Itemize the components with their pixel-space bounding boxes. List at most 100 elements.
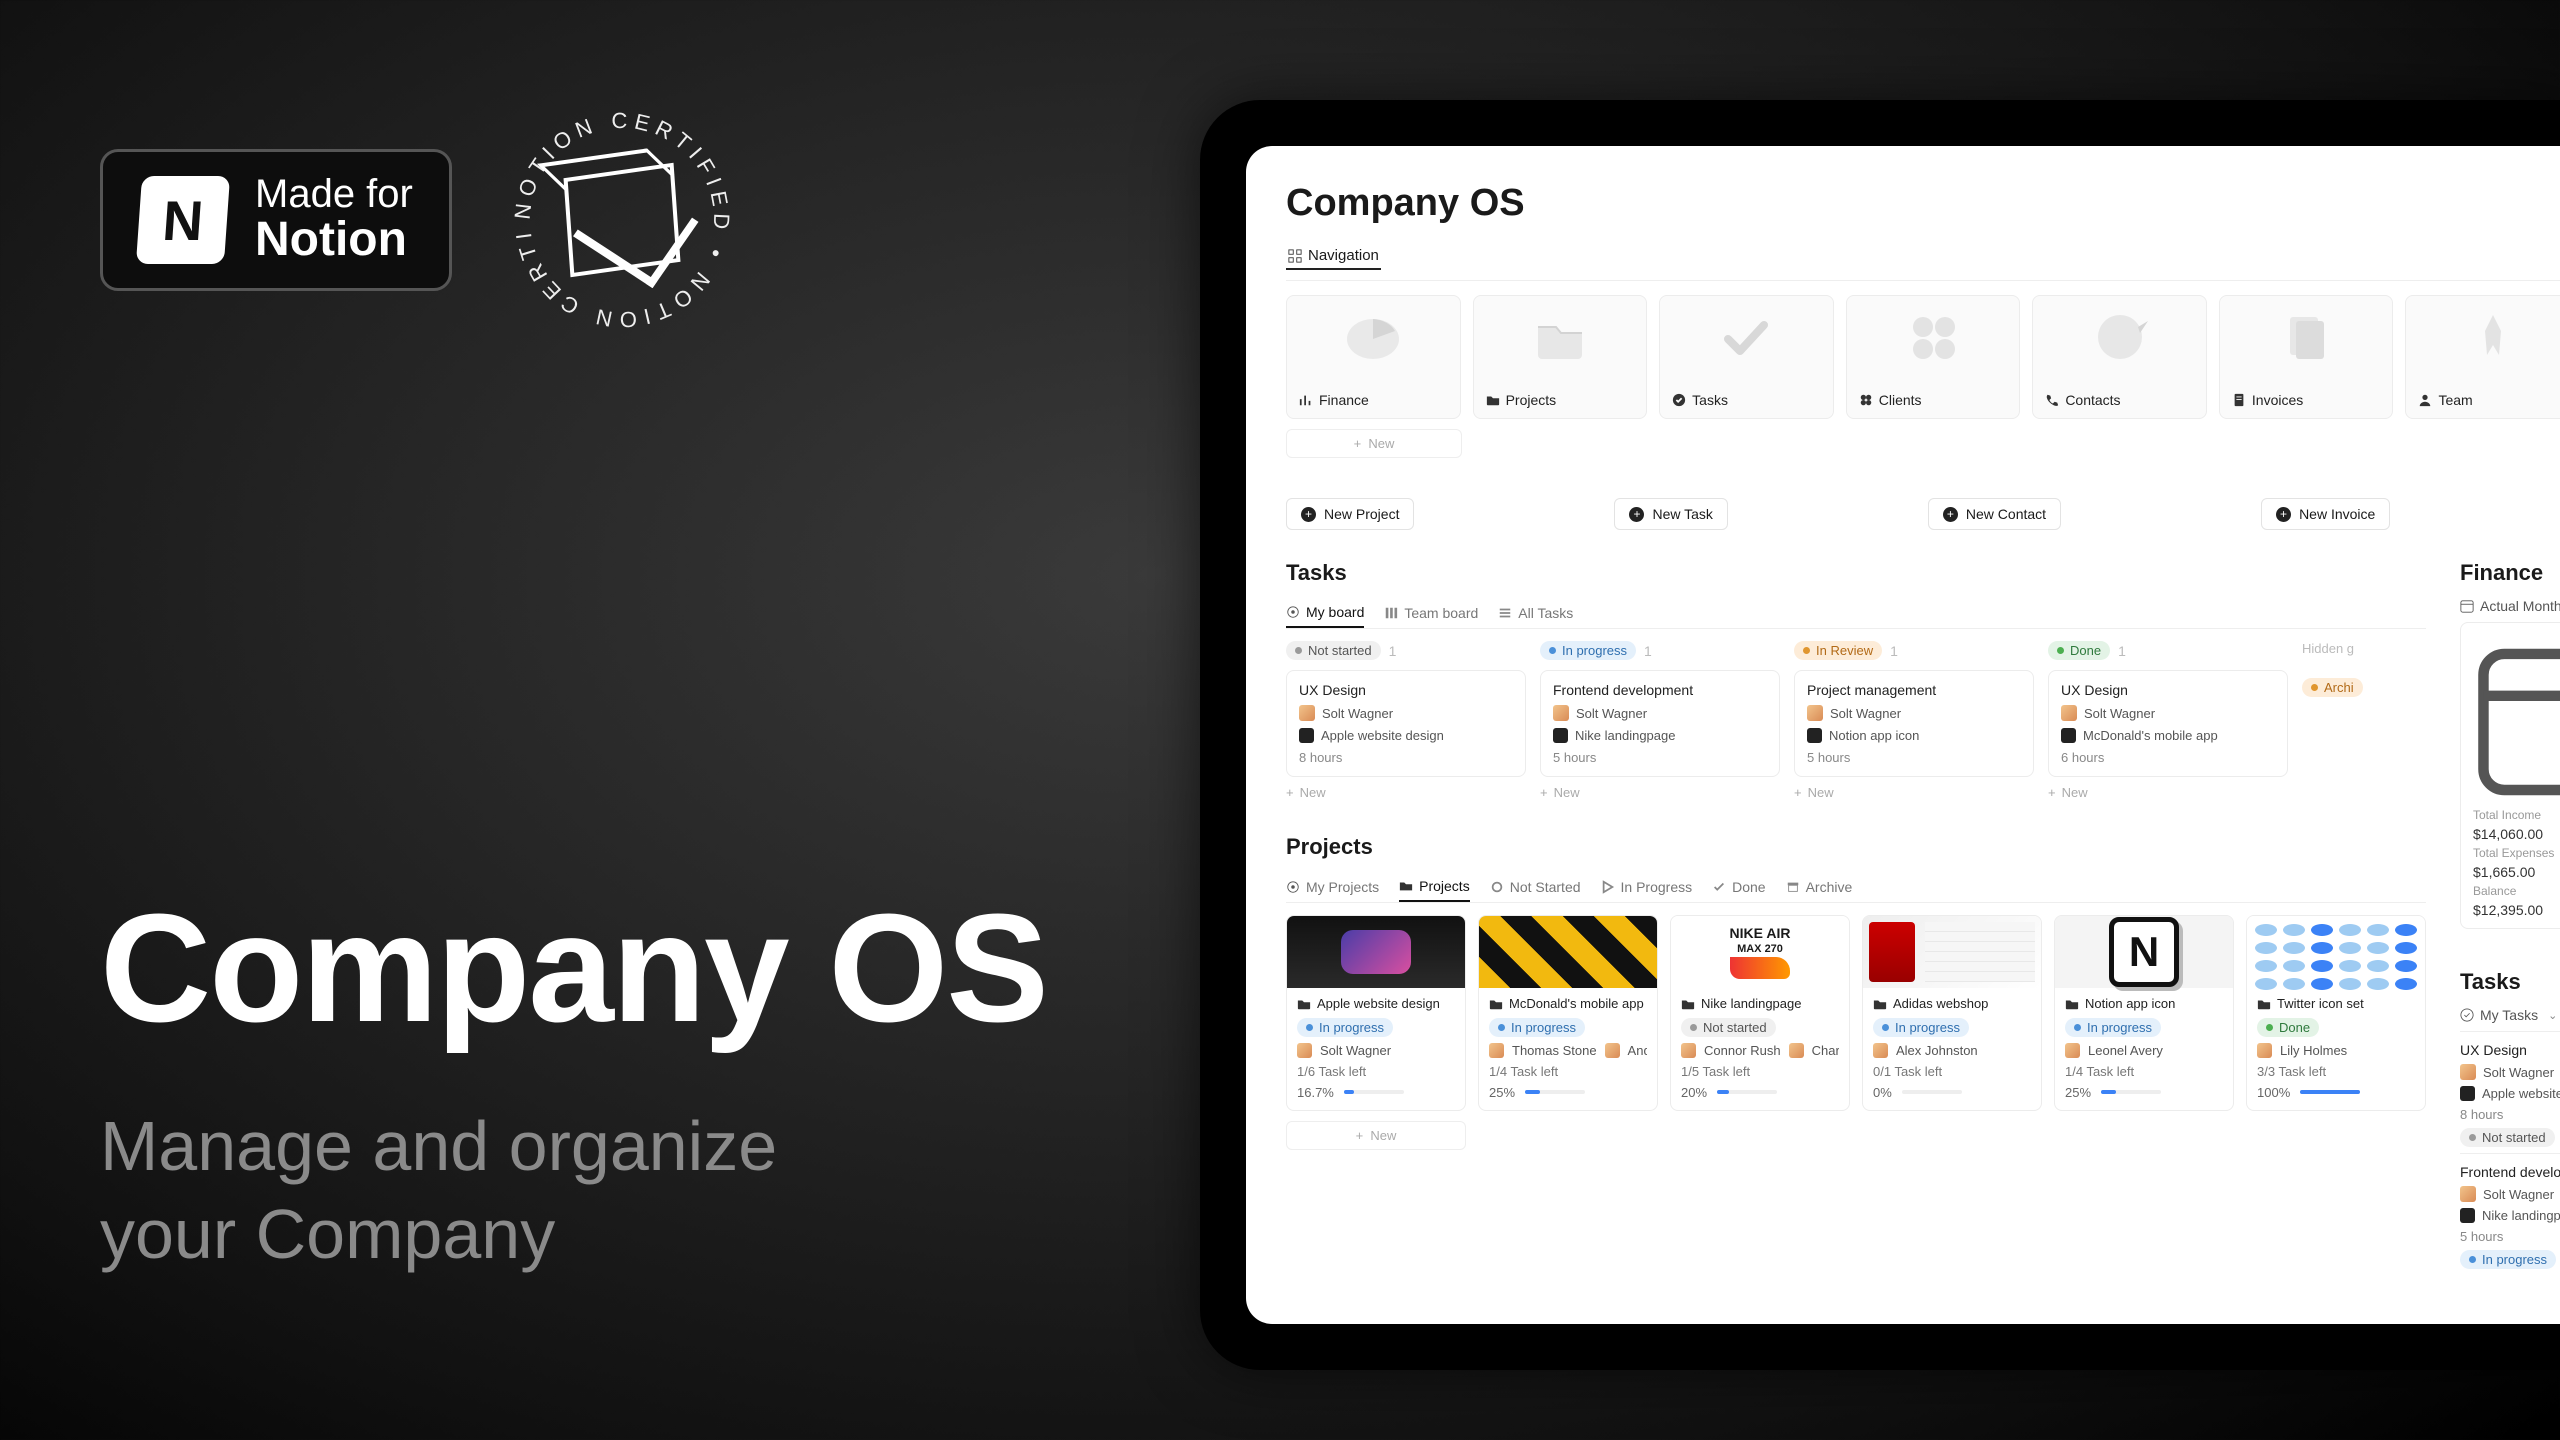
new-contact-button[interactable]: +New Contact <box>1928 498 2061 530</box>
board-hidden-groups: Hidden g Archi <box>2302 641 2382 800</box>
task-project: Nike landingpage <box>1553 728 1767 743</box>
project-title: McDonald's mobile app <box>1509 996 1644 1012</box>
task-project: Apple website design <box>2460 1086 2560 1101</box>
board-col-not-started: Not started 1 UX Design Solt Wagner Appl… <box>1286 641 1526 800</box>
side-task-item[interactable]: UX Design Solt Wagner Apple website desi… <box>2460 1031 2560 1153</box>
nav-card-invoices[interactable]: Invoices <box>2219 295 2394 419</box>
board-col-done: Done 1 UX Design Solt Wagner McDonald's … <box>2048 641 2288 800</box>
project-card[interactable]: Apple website design In progress Solt Wa… <box>1286 915 1466 1111</box>
projects-new-button[interactable]: + New <box>1286 1121 1466 1150</box>
projects-tab-projects[interactable]: Projects <box>1399 872 1470 902</box>
task-card[interactable]: Frontend development Solt Wagner Nike la… <box>1540 670 1780 777</box>
project-members: Solt Wagner <box>1297 1043 1455 1058</box>
phone-3d-icon <box>2033 304 2206 370</box>
task-title: UX Design <box>2460 1042 2560 1058</box>
project-card[interactable]: NIKE AIRMAX 270 Nike landingpage Not sta… <box>1670 915 1850 1111</box>
project-progress: 25% <box>2065 1085 2223 1100</box>
projects-tab-my-projects[interactable]: My Projects <box>1286 872 1379 902</box>
grid-icon <box>1288 249 1302 263</box>
avatar-icon <box>2061 705 2077 721</box>
plus-circle-icon: + <box>1629 507 1644 522</box>
task-hours: 5 hours <box>1553 750 1767 765</box>
projects-tab-archive[interactable]: Archive <box>1786 872 1853 902</box>
tasks-title: Tasks <box>1286 560 2426 586</box>
project-title: Notion app icon <box>2085 996 2175 1012</box>
side-tasks-title: Tasks <box>2460 969 2560 995</box>
board-new-button[interactable]: + New <box>1794 785 2034 800</box>
nav-card-team[interactable]: Team <box>2405 295 2560 419</box>
status-pill: Done <box>2257 1018 2319 1037</box>
nav-card-label: Contacts <box>2065 392 2120 408</box>
projects-tab-not-started[interactable]: Not Started <box>1490 872 1581 902</box>
tab-navigation[interactable]: Navigation <box>1286 243 1381 270</box>
project-progress: 100% <box>2257 1085 2415 1100</box>
nav-card-clients[interactable]: Clients <box>1846 295 2021 419</box>
nav-new-button[interactable]: + New <box>1286 429 1462 458</box>
check-icon <box>1672 393 1686 407</box>
nav-card-label: Invoices <box>2252 392 2303 408</box>
project-title: Nike landingpage <box>1701 996 1801 1012</box>
page-icon <box>1681 997 1695 1011</box>
board-new-button[interactable]: + New <box>1286 785 1526 800</box>
board-new-button[interactable]: + New <box>2048 785 2288 800</box>
made-for-notion-badge: N Made for Notion <box>100 149 452 292</box>
project-tasks-left: 1/6 Task left <box>1297 1064 1455 1079</box>
task-assignee: Solt Wagner <box>2460 1186 2560 1202</box>
nav-card-label: Projects <box>1506 392 1557 408</box>
hero-subtitle: Manage and organize your Company <box>100 1103 1047 1278</box>
status-pill: In progress <box>1297 1018 1393 1037</box>
finance-card[interactable]: February 2024 Total Income $14,060.00 To… <box>2460 622 2560 929</box>
nav-card-contacts[interactable]: Contacts <box>2032 295 2207 419</box>
board-new-button[interactable]: + New <box>1540 785 1780 800</box>
view-icon <box>1286 605 1300 619</box>
new-project-button[interactable]: +New Project <box>1286 498 1414 530</box>
side-task-item[interactable]: Frontend development Solt Wagner Nike la… <box>2460 1153 2560 1275</box>
tasks-tab-my-board[interactable]: My board <box>1286 598 1364 628</box>
nav-card-tasks[interactable]: Tasks <box>1659 295 1834 419</box>
nav-card-finance[interactable]: Finance <box>1286 295 1461 419</box>
tasks-tab-all-tasks[interactable]: All Tasks <box>1498 598 1573 628</box>
tab-icon <box>1601 880 1615 894</box>
tasks-tab-team-board[interactable]: Team board <box>1384 598 1478 628</box>
project-card[interactable]: McDonald's mobile app In progress Thomas… <box>1478 915 1658 1111</box>
project-title: Apple website design <box>1317 996 1440 1012</box>
projects-tab-done[interactable]: Done <box>1712 872 1765 902</box>
project-thumb-icon <box>2061 728 2076 743</box>
finance-tab[interactable]: Actual Month⌄ <box>2460 598 2560 614</box>
nav-card-label: Team <box>2438 392 2472 408</box>
chart-3d-icon <box>1287 304 1460 370</box>
project-card[interactable]: Adidas webshop In progress Alex Johnston… <box>1862 915 2042 1111</box>
avatar-icon <box>2257 1043 2272 1058</box>
task-hours: 8 hours <box>2460 1107 2560 1122</box>
tablet-frame: Company OS Navigation Finance Projects T… <box>1200 100 2560 1370</box>
project-thumb-icon <box>2460 1086 2475 1101</box>
phone-icon <box>2045 393 2059 407</box>
project-progress: 20% <box>1681 1085 1839 1100</box>
project-members: Lily Holmes <box>2257 1043 2415 1058</box>
project-thumb-icon <box>1807 728 1822 743</box>
projects-title: Projects <box>1286 834 2426 860</box>
task-card[interactable]: UX Design Solt Wagner McDonald's mobile … <box>2048 670 2288 777</box>
view-icon <box>1498 606 1512 620</box>
notion-logo-icon: N <box>136 176 230 264</box>
project-card[interactable]: N Notion app icon In progress Leonel Ave… <box>2054 915 2234 1111</box>
task-title: UX Design <box>2061 682 2275 698</box>
archive-pill[interactable]: Archi <box>2302 678 2363 697</box>
project-tasks-left: 0/1 Task left <box>1873 1064 2031 1079</box>
new-task-button[interactable]: +New Task <box>1614 498 1727 530</box>
projects-tab-in-progress[interactable]: In Progress <box>1601 872 1693 902</box>
task-title: UX Design <box>1299 682 1513 698</box>
task-card[interactable]: Project management Solt Wagner Notion ap… <box>1794 670 2034 777</box>
task-project: Notion app icon <box>1807 728 2021 743</box>
project-members: Leonel Avery <box>2065 1043 2223 1058</box>
task-assignee: Solt Wagner <box>1299 705 1513 721</box>
task-card[interactable]: UX Design Solt Wagner Apple website desi… <box>1286 670 1526 777</box>
grid-3d-icon <box>1847 304 2020 370</box>
nav-card-projects[interactable]: Projects <box>1473 295 1648 419</box>
project-card[interactable]: Twitter icon set Done Lily Holmes 3/3 Ta… <box>2246 915 2426 1111</box>
project-members: Alex Johnston <box>1873 1043 2031 1058</box>
status-pill: Not started <box>1681 1018 1776 1037</box>
my-tasks-tab[interactable]: My Tasks⌄ <box>2460 1007 2560 1023</box>
new-invoice-button[interactable]: +New Invoice <box>2261 498 2390 530</box>
status-pill: In progress <box>2460 1250 2556 1269</box>
